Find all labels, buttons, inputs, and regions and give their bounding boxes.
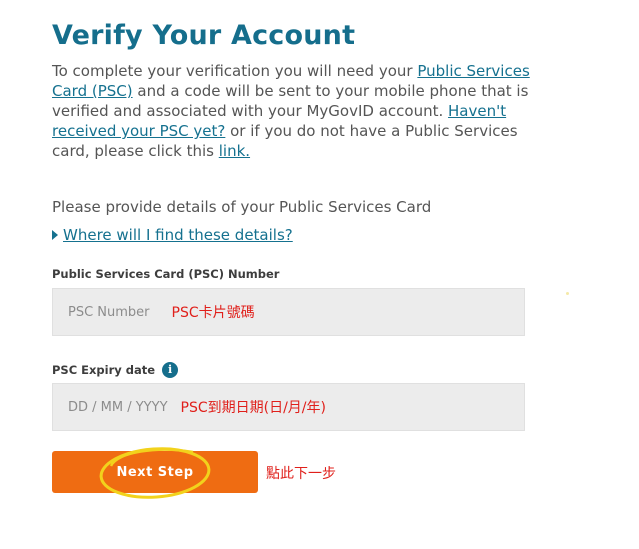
psc-number-annotation: PSC卡片號碼 [171, 305, 255, 321]
verify-account-page: Verify Your Account To complete your ver… [0, 0, 639, 549]
intro-paragraph: To complete your verification you will n… [52, 61, 532, 161]
psc-expiry-placeholder: DD / MM / YYYY [68, 399, 168, 415]
psc-expiry-label-row: PSC Expiry date i [52, 362, 179, 378]
psc-number-placeholder: PSC Number [68, 304, 150, 320]
info-icon[interactable]: i [162, 362, 179, 378]
psc-expiry-label: PSC Expiry date [52, 363, 156, 377]
decorative-dot [566, 292, 569, 295]
intro-text-1: To complete your verification you will n… [52, 62, 418, 80]
page-title: Verify Your Account [52, 20, 356, 51]
provide-details-text: Please provide details of your Public Se… [52, 198, 432, 216]
psc-number-label: Public Services Card (PSC) Number [52, 267, 280, 281]
details-expander[interactable]: Where will I find these details? [52, 226, 293, 244]
next-step-button[interactable]: Next Step [52, 451, 258, 493]
no-card-link[interactable]: link. [219, 142, 250, 160]
next-step-annotation: 點此下一步 [266, 466, 336, 482]
psc-expiry-annotation: PSC到期日期(日/月/年) [180, 400, 326, 416]
where-find-details-link[interactable]: Where will I find these details? [63, 226, 293, 244]
triangle-right-icon [52, 230, 58, 240]
psc-expiry-input[interactable]: DD / MM / YYYY PSC到期日期(日/月/年) [52, 383, 525, 431]
psc-number-input[interactable]: PSC Number PSC卡片號碼 [52, 288, 525, 336]
